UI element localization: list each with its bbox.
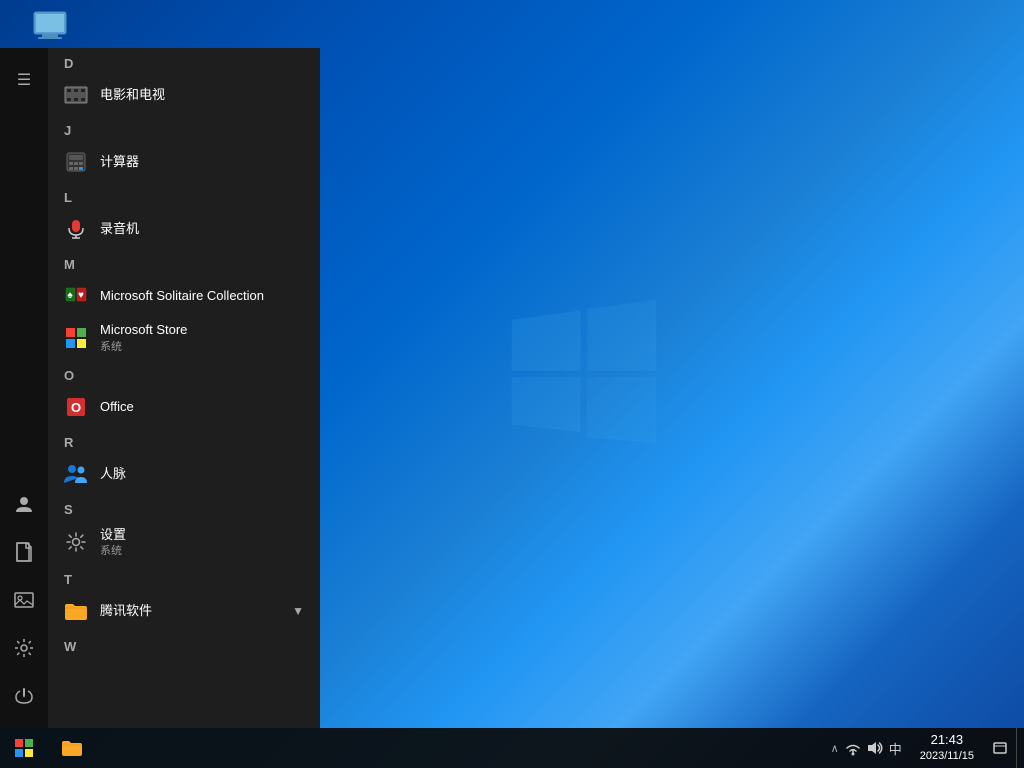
- app-item-people[interactable]: 人脉: [48, 454, 320, 494]
- app-item-calculator[interactable]: 计算器: [48, 142, 320, 182]
- settings-info: 设置 系统: [100, 527, 126, 559]
- app-item-tencent[interactable]: 腾讯软件 ▼: [48, 591, 320, 631]
- films-tv-icon: [64, 83, 88, 107]
- ime-label[interactable]: 中: [889, 739, 902, 758]
- svg-text:♠: ♠: [67, 290, 73, 301]
- office-icon: O: [64, 395, 88, 419]
- notification-button[interactable]: [984, 728, 1016, 768]
- taskbar: ∧ 中 21:43 2023/11/15: [0, 728, 1024, 768]
- taskbar-file-explorer[interactable]: [48, 728, 96, 768]
- this-pc-icon: [30, 10, 70, 42]
- desktop: 此电脑 ☰: [0, 0, 1024, 768]
- network-icon[interactable]: [845, 740, 861, 756]
- windows-logo-decoration: [494, 284, 694, 484]
- section-letter-w: W: [48, 631, 320, 658]
- sidebar-photo-icon[interactable]: [0, 576, 48, 624]
- solitaire-icon: ♠ ♥: [64, 284, 88, 308]
- recorder-label: 录音机: [100, 221, 139, 237]
- section-letter-s: S: [48, 494, 320, 521]
- calculator-label: 计算器: [100, 154, 139, 170]
- people-label: 人脉: [100, 466, 126, 482]
- date-display: 2023/11/15: [920, 749, 974, 763]
- volume-icon[interactable]: [867, 740, 883, 756]
- office-label: Office: [100, 399, 134, 415]
- calculator-icon: [64, 150, 88, 174]
- section-letter-t: T: [48, 564, 320, 591]
- section-letter-j: J: [48, 115, 320, 142]
- svg-text:O: O: [71, 400, 81, 415]
- recorder-icon: [64, 217, 88, 241]
- taskbar-right: ∧ 中 21:43 2023/11/15: [823, 728, 1024, 768]
- settings-label: 设置: [100, 527, 126, 543]
- section-letter-l: L: [48, 182, 320, 209]
- app-item-settings[interactable]: 设置 系统: [48, 521, 320, 565]
- sidebar-user-icon[interactable]: [0, 480, 48, 528]
- sidebar-bottom-icons: [0, 480, 48, 728]
- films-tv-label: 电影和电视: [100, 87, 165, 103]
- store-sub: 系统: [100, 338, 187, 354]
- tray-expand-icon[interactable]: ∧: [831, 742, 839, 755]
- tencent-label: 腾讯软件: [100, 603, 152, 619]
- time-display: 21:43: [931, 732, 964, 749]
- sidebar-settings-icon[interactable]: [0, 624, 48, 672]
- tencent-expand-arrow: ▼: [292, 604, 304, 618]
- settings-sub: 系统: [100, 542, 126, 558]
- tencent-folder-icon: [64, 599, 88, 623]
- start-menu-sidebar: ☰: [0, 48, 48, 728]
- store-label: Microsoft Store: [100, 322, 187, 338]
- start-app-list[interactable]: D 电影和电视 J: [48, 48, 320, 728]
- solitaire-label: Microsoft Solitaire Collection: [100, 288, 264, 304]
- taskbar-time[interactable]: 21:43 2023/11/15: [910, 728, 984, 768]
- app-item-store[interactable]: Microsoft Store 系统: [48, 316, 320, 360]
- sidebar-power-icon[interactable]: [0, 672, 48, 720]
- section-letter-d: D: [48, 48, 320, 75]
- store-info: Microsoft Store 系统: [100, 322, 187, 354]
- sidebar-hamburger[interactable]: ☰: [0, 56, 48, 104]
- app-item-office[interactable]: O Office: [48, 387, 320, 427]
- show-desktop-button[interactable]: [1016, 728, 1024, 768]
- start-menu: ☰: [0, 48, 320, 728]
- store-icon: [64, 326, 88, 350]
- start-button[interactable]: [0, 728, 48, 768]
- people-icon: [64, 462, 88, 486]
- section-letter-m: M: [48, 249, 320, 276]
- system-tray[interactable]: ∧ 中: [823, 728, 910, 768]
- section-letter-r: R: [48, 427, 320, 454]
- svg-text:♥: ♥: [78, 290, 84, 301]
- app-item-recorder[interactable]: 录音机: [48, 209, 320, 249]
- section-letter-o: O: [48, 360, 320, 387]
- app-item-solitaire[interactable]: ♠ ♥ Microsoft Solitaire Collection: [48, 276, 320, 316]
- settings-icon: [64, 530, 88, 554]
- app-item-films-tv[interactable]: 电影和电视: [48, 75, 320, 115]
- sidebar-document-icon[interactable]: [0, 528, 48, 576]
